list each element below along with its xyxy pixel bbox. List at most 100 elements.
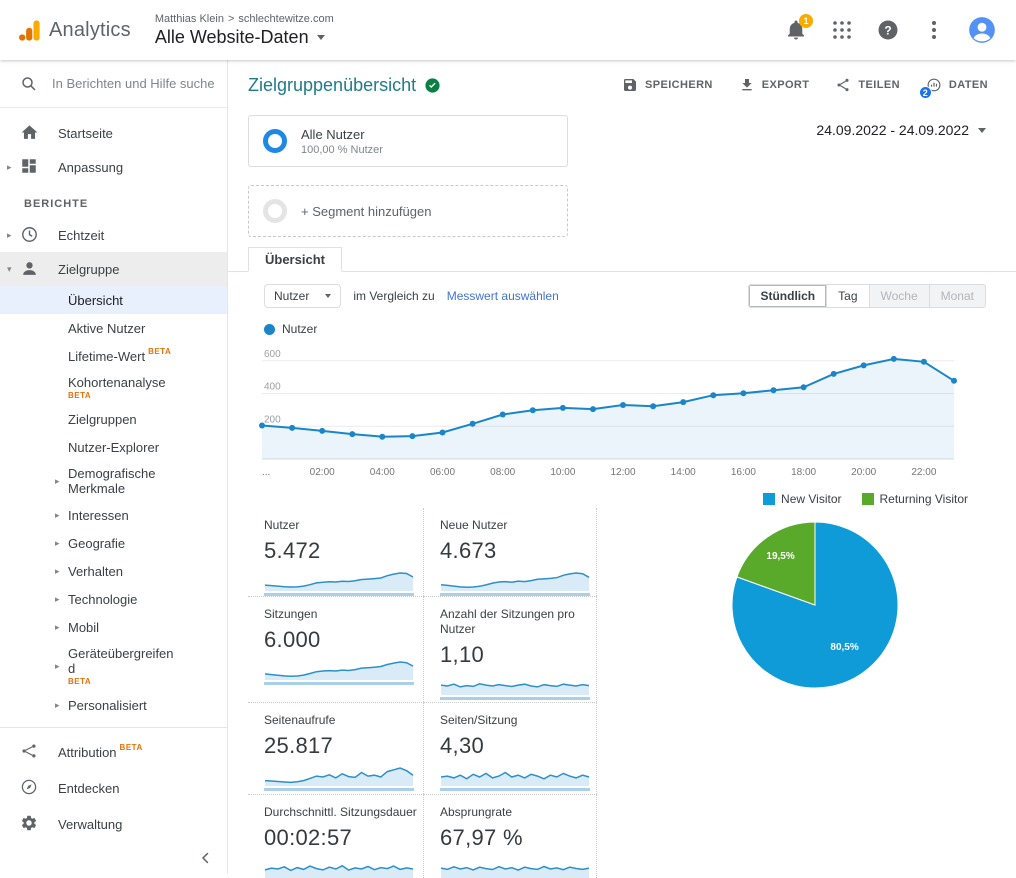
sidebar-collapse-button[interactable] (0, 842, 227, 874)
sidebar-item-entdecken[interactable]: Entdecken (0, 770, 227, 806)
sidebar-item-label: Startseite (58, 125, 113, 141)
sidebar-item-label: Mobil (68, 619, 100, 635)
more-menu-button[interactable] (922, 18, 946, 42)
attribution-icon (20, 742, 40, 762)
metric-value: 00:02:57 (264, 825, 353, 850)
segment-title: Alle Nutzer (301, 126, 365, 142)
svg-text:...: ... (262, 467, 270, 478)
sidebar-item-geraeteuebergreifend[interactable]: ▸ Geräteübergreifend BETA (0, 641, 227, 691)
metric-label: Durchschnittl. Sitzungsdauer (264, 805, 417, 819)
sidebar-item-zielgruppe[interactable]: ▾ Zielgruppe (0, 252, 227, 286)
notifications-button[interactable]: 1 (784, 14, 813, 42)
segment-radio-icon (263, 129, 287, 153)
date-range-selector[interactable]: 24.09.2022 - 24.09.2022 (816, 122, 986, 138)
sidebar-item-label: Übersicht (68, 292, 123, 308)
users-line-chart: 200 400 600... 02:00 04:00 06:00 08:00 10:00 12:… (259, 349, 957, 478)
breadcrumb-property[interactable]: schlechtewitze.com (238, 13, 333, 25)
sidebar-item-demografische-merkmale[interactable]: ▸ Demografische Merkmale (0, 461, 227, 501)
metric-label: Absprungrate (440, 805, 513, 819)
add-segment-button[interactable]: + Segment hinzufügen (248, 185, 568, 237)
search-input[interactable] (52, 76, 220, 91)
breadcrumb[interactable]: Matthias Klein > schlechtewitze.com (155, 13, 334, 25)
view-selector[interactable]: Alle Website-Daten (155, 27, 334, 48)
beta-badge: BETA (68, 391, 92, 400)
metric-card-neue-nutzer: Neue Nutzer 4.673 (424, 508, 597, 596)
help-button[interactable]: ? (876, 18, 900, 42)
chevron-down-icon (325, 294, 332, 298)
sidebar-item-verwaltung[interactable]: Verwaltung (0, 806, 227, 842)
gear-icon (20, 814, 40, 834)
topbar: Analytics Matthias Klein > schlechtewitz… (0, 0, 1016, 60)
add-segment-label: + Segment hinzufügen (301, 203, 432, 219)
apps-grid-button[interactable] (830, 18, 854, 42)
sidebar-item-geografie[interactable]: ▸ Geografie (0, 529, 227, 557)
analytics-logo[interactable]: Analytics (0, 17, 145, 44)
account-block: Matthias Klein > schlechtewitze.com Alle… (155, 13, 334, 48)
svg-text:600: 600 (264, 349, 281, 360)
action-label: EXPORT (761, 79, 810, 91)
sidebar-item-label: Interessen (68, 507, 129, 523)
sidebar-item-aktive-nutzer[interactable]: Aktive Nutzer (0, 314, 227, 342)
action-teilen[interactable]: TEILEN (835, 77, 900, 93)
daten-count-badge: 2 (918, 86, 932, 99)
sidebar-item-attribution[interactable]: Attribution BETA (0, 734, 227, 770)
metric-select[interactable]: Nutzer (264, 284, 342, 308)
beta-badge: BETA (68, 677, 92, 686)
svg-text:06:00: 06:00 (430, 467, 455, 478)
sidebar-item-label: Attribution (58, 744, 117, 760)
sidebar-item-kohortenanalyse[interactable]: Kohortenanalyse BETA (0, 370, 227, 405)
metric-card-nutzer: Nutzer 5.472 (248, 508, 424, 596)
sidebar-item-verhalten[interactable]: ▸ Verhalten (0, 557, 227, 585)
avatar[interactable] (968, 16, 996, 44)
select-metric-link[interactable]: Messwert auswählen (447, 289, 559, 303)
legend-item-new-visitor: New Visitor (763, 492, 842, 506)
svg-text:200: 200 (264, 414, 281, 425)
sidebar-item-zielgruppen[interactable]: Zielgruppen (0, 405, 227, 433)
sidebar: Startseite ▸ Anpassung BERICHTE ▸ Echtzeit ▾ Zi… (0, 60, 228, 874)
view-selector-label: Alle Website-Daten (154, 26, 309, 47)
action-export[interactable]: EXPORT (739, 77, 810, 93)
sidebar-item-label: Anpassung (58, 159, 124, 175)
svg-text:10:00: 10:00 (550, 467, 575, 478)
metric-value: 25.817 (264, 733, 334, 758)
sidebar-item-startseite[interactable]: Startseite (0, 116, 227, 150)
sidebar-item-uebersicht[interactable]: Übersicht (0, 286, 227, 314)
granularity-stündlich[interactable]: Stündlich (749, 285, 827, 307)
home-icon (20, 123, 40, 143)
sidebar-item-echtzeit[interactable]: ▸ Echtzeit (0, 218, 227, 252)
clock-icon (20, 225, 40, 245)
metric-value: 4,30 (440, 733, 485, 758)
action-label: DATEN (948, 79, 988, 91)
metrics-grid: Nutzer 5.472 Neue Nutzer 4.673 Sitzungen 6.00… (248, 508, 597, 878)
sidebar-item-label: Zielgruppe (58, 261, 120, 277)
segments-section: Alle Nutzer 100,00 % Nutzer + Segment hi… (228, 110, 1016, 248)
share-icon (835, 77, 851, 93)
topbar-actions: 1 ? (784, 14, 1016, 44)
sidebar-item-mobil[interactable]: ▸ Mobil (0, 613, 227, 641)
metric-sparkline (440, 683, 590, 700)
metric-value: 5.472 (264, 538, 321, 563)
granularity-woche: Woche (868, 285, 929, 307)
sidebar-item-benchmarking[interactable]: ▸Benchmarking (0, 719, 227, 728)
sidebar-item-label: Demografische Merkmale (68, 466, 156, 496)
sidebar-item-technologie[interactable]: ▸ Technologie (0, 585, 227, 613)
sidebar-item-interessen[interactable]: ▸ Interessen (0, 501, 227, 529)
sidebar-search[interactable] (0, 60, 227, 108)
metric-select-value: Nutzer (274, 289, 310, 303)
sidebar-section-label: BERICHTE (24, 198, 89, 210)
tab-uebersicht[interactable]: Übersicht (248, 247, 342, 272)
sidebar-item-lifetime-wert[interactable]: Lifetime-Wert BETA (0, 342, 227, 370)
segment-all-users[interactable]: Alle Nutzer 100,00 % Nutzer (248, 115, 568, 167)
granularity-tag[interactable]: Tag (826, 285, 869, 307)
main-content: Zielgruppenübersicht SPEICHERN EXPORT TEIL… (228, 60, 1016, 878)
insights-icon: 2 (918, 77, 942, 99)
sidebar-item-personalisiert[interactable]: ▸ Personalisiert (0, 691, 227, 719)
sidebar-nav: Startseite ▸ Anpassung BERICHTE ▸ Echtzeit ▾ Zi… (0, 108, 227, 727)
metric-card-sitzungen: Sitzungen 6.000 (248, 596, 424, 702)
metric-sparkline (440, 771, 590, 791)
breadcrumb-account[interactable]: Matthias Klein (155, 13, 224, 25)
action-speichern[interactable]: SPEICHERN (622, 77, 713, 93)
sidebar-item-anpassung[interactable]: ▸ Anpassung (0, 150, 227, 184)
action-daten[interactable]: 2 DATEN (918, 77, 988, 99)
sidebar-item-nutzer-explorer[interactable]: Nutzer-Explorer (0, 433, 227, 461)
